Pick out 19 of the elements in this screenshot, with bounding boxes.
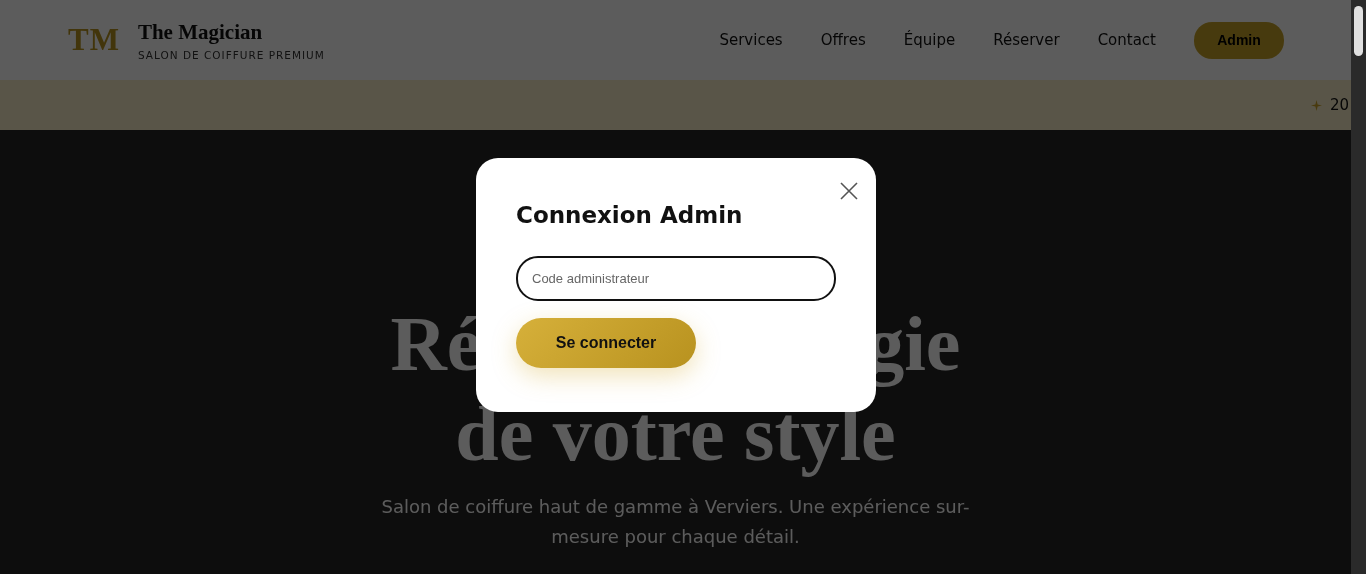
site-subtitle: SALON DE COIFFURE PREMIUM [137, 48, 325, 61]
login-button[interactable]: Se connecter [516, 318, 696, 368]
site-title: The Magician [137, 19, 264, 45]
scrollbar[interactable] [1351, 0, 1366, 574]
admin-button[interactable]: Admin [1194, 21, 1284, 59]
nav-link[interactable]: Réserver [993, 31, 1060, 49]
close-icon[interactable] [839, 181, 859, 201]
sparkle-icon [1310, 99, 1322, 111]
nav-link[interactable]: Services [719, 31, 783, 49]
hero-title: de votre style [455, 392, 896, 476]
hero-title-fragment: Ré [390, 302, 482, 386]
dialog-title: Connexion Admin [516, 202, 744, 228]
nav-link[interactable]: Offres [820, 31, 866, 49]
code-input-field[interactable]: Code administrateur [516, 256, 836, 301]
nav-link[interactable]: Équipe [903, 31, 956, 49]
hero-subtitle: Salon de coiffure haut de gamme à Verviers. Une expérience sur-mesure pour chaque détail. [380, 495, 971, 549]
nav-link[interactable]: Contact [1097, 31, 1156, 49]
ticker-text: 20 [1329, 96, 1349, 114]
logo[interactable]: TM [68, 22, 120, 58]
